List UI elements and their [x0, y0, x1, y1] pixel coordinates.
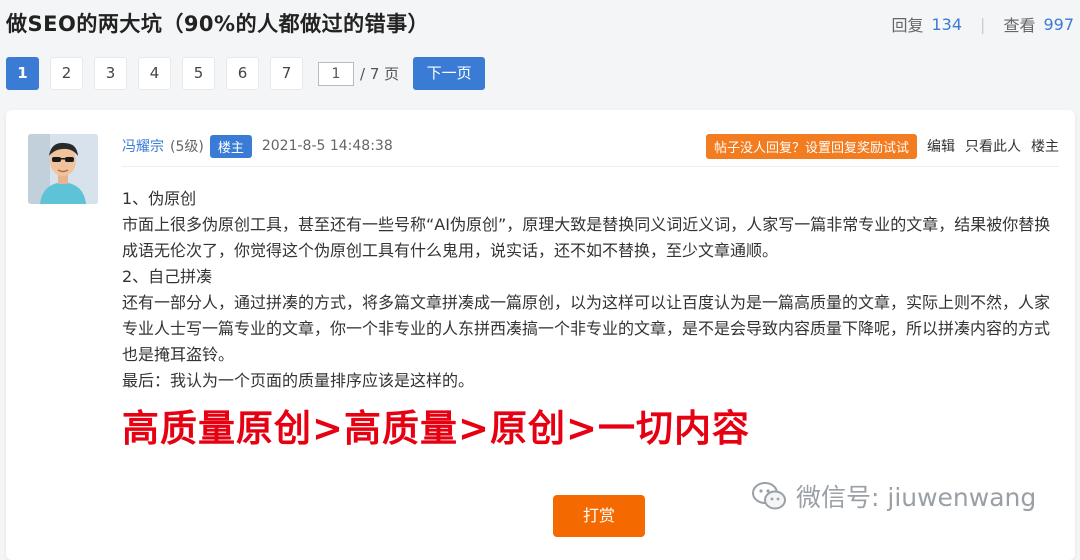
watermark-text: 微信号: jiuwenwang [796, 483, 1037, 512]
content-line: 1、伪原创 [122, 189, 197, 208]
page-1-button[interactable]: 1 [6, 57, 39, 90]
post-content: 1、伪原创 市面上很多伪原创工具，甚至还有一些号称“AI伪原创”，原理大致是替换… [122, 186, 1052, 394]
content-line: 市面上很多伪原创工具，甚至还有一些号称“AI伪原创”，原理大致是替换同义词近义词… [122, 215, 1051, 260]
highlight-text: 高质量原创>高质量>原创>一切内容 [122, 407, 751, 450]
floor-label: 楼主 [1031, 139, 1059, 155]
thread-title: 做SEO的两大坑（90%的人都做过的错事） [6, 12, 430, 36]
owner-badge: 楼主 [209, 134, 252, 158]
pagination: 1 2 3 4 5 6 7 1 / 7 页 下一页 [6, 57, 486, 90]
thread-stats: 回复 134 | 查看 997 [891, 12, 1074, 36]
watermark: 微信号: jiuwenwang [752, 478, 1036, 514]
meta-divider [122, 166, 1059, 167]
reply-reward-promo-button[interactable]: 帖子没人回复？设置回复奖励试试 [705, 133, 917, 159]
reply-label: 回复 [891, 16, 924, 35]
post-meta: 冯耀宗 (5级) 楼主 2021-8-5 14:48:38 [122, 134, 393, 158]
page-jump-input[interactable]: 1 [318, 61, 354, 86]
avatar[interactable] [28, 134, 98, 204]
wechat-icon [752, 482, 786, 510]
edit-link[interactable]: 编辑 [927, 136, 955, 156]
page-2-button[interactable]: 2 [50, 57, 83, 90]
content-line: 最后：我认为一个页面的质量排序应该是这样的。 [122, 371, 475, 390]
avatar-image [28, 134, 98, 204]
stats-divider: | [980, 14, 986, 34]
page-6-button[interactable]: 6 [226, 57, 259, 90]
author-name[interactable]: 冯耀宗 [122, 136, 164, 156]
reward-button[interactable]: 打赏 [553, 495, 645, 537]
next-page-button[interactable]: 下一页 [413, 57, 486, 90]
post-time: 2021-8-5 14:48:38 [261, 138, 393, 154]
post-actions: 帖子没人回复？设置回复奖励试试 编辑 只看此人 楼主 [705, 133, 1059, 159]
page-3-button[interactable]: 3 [94, 57, 127, 90]
content-line: 还有一部分人，通过拼凑的方式，将多篇文章拼凑成一篇原创，以为这样可以让百度认为是… [122, 293, 1051, 364]
author-level: (5级) [170, 139, 204, 155]
reply-count: 134 [931, 14, 963, 34]
page-5-button[interactable]: 5 [182, 57, 215, 90]
only-author-link[interactable]: 只看此人 [965, 136, 1021, 156]
page-7-button[interactable]: 7 [270, 57, 303, 90]
view-count: 997 [1043, 14, 1074, 34]
content-line: 2、自己拼凑 [122, 267, 213, 286]
page-total-label: / 7 页 [360, 65, 400, 83]
page-jump: 1 / 7 页 [318, 61, 400, 86]
page-4-button[interactable]: 4 [138, 57, 171, 90]
view-label: 查看 [1003, 16, 1036, 35]
